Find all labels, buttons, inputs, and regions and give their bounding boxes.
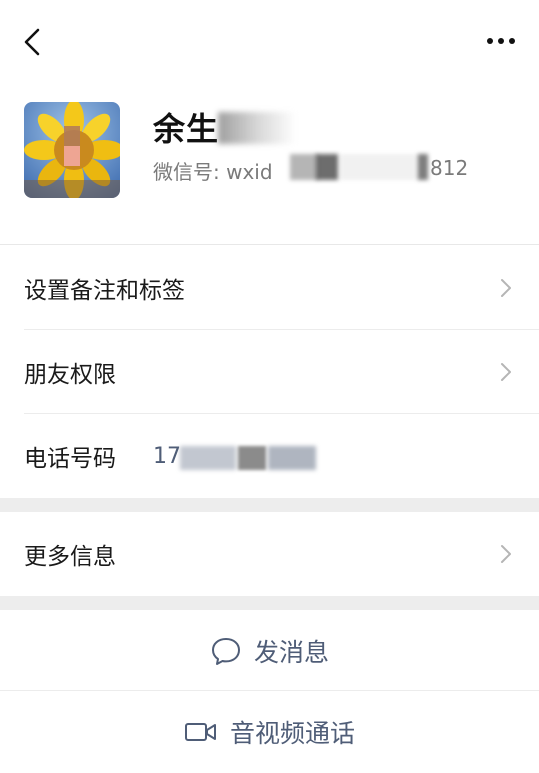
more-info-row[interactable]: 更多信息 [0, 512, 539, 596]
chat-bubble-icon [211, 638, 240, 665]
chevron-left-icon [24, 28, 40, 56]
chevron-right-icon [501, 279, 511, 297]
back-button[interactable] [14, 22, 50, 62]
phone-number-row[interactable]: 电话号码 17 [0, 414, 539, 498]
friend-permissions-row[interactable]: 朋友权限 [0, 330, 539, 414]
section-divider [0, 244, 539, 245]
wechat-id: 微信号: wxid [153, 156, 273, 185]
send-message-content: 发消息 [210, 633, 329, 669]
name-redaction [218, 112, 296, 144]
av-call-content: 音视频通话 [184, 714, 355, 750]
phone-redaction [268, 446, 316, 470]
phone-number-label: 电话号码 [24, 446, 116, 472]
top-bar [0, 0, 539, 84]
send-message-label: 发消息 [253, 638, 329, 667]
chevron-right-icon [501, 545, 511, 563]
av-call-label: 音视频通话 [229, 719, 355, 748]
section-gap [0, 498, 539, 512]
avatar[interactable] [24, 102, 120, 198]
contact-name: 余生 [153, 110, 220, 148]
wechat-id-redaction [418, 154, 428, 180]
phone-number-value[interactable]: 17 [153, 444, 181, 469]
wechat-id-suffix: 812 [430, 156, 469, 180]
sunflower-avatar-image [24, 102, 120, 198]
remark-tags-label: 设置备注和标签 [24, 278, 185, 304]
wechat-id-redaction [290, 154, 318, 180]
chevron-right-icon [501, 363, 511, 381]
send-message-button[interactable]: 发消息 [0, 610, 539, 692]
wechat-id-label: 微信号: wxid [153, 160, 273, 184]
wechat-id-redaction [316, 154, 338, 180]
more-info-label: 更多信息 [24, 544, 116, 570]
video-camera-icon [184, 723, 216, 741]
phone-redaction [180, 446, 236, 470]
profile-header: 余生 微信号: wxid 812 [0, 84, 539, 244]
phone-redaction [238, 446, 266, 470]
section-gap [0, 596, 539, 610]
wechat-id-redaction [340, 154, 420, 180]
friend-permissions-label: 朋友权限 [24, 362, 116, 388]
remark-tags-row[interactable]: 设置备注和标签 [0, 246, 539, 330]
more-options-button[interactable] [481, 26, 521, 56]
more-dots-icon [487, 38, 515, 44]
av-call-button[interactable]: 音视频通话 [0, 691, 539, 773]
